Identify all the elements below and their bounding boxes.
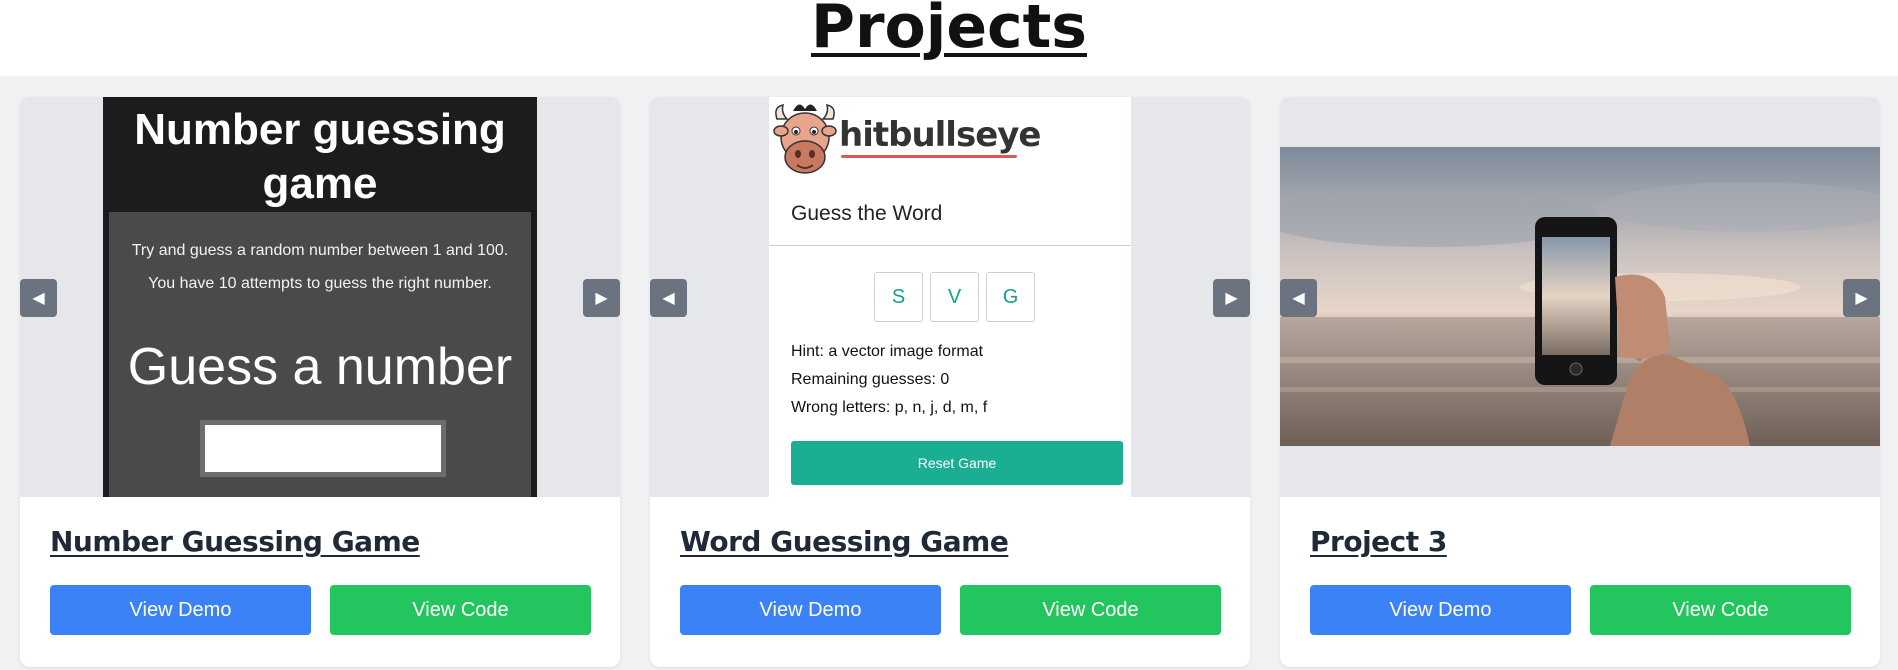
view-code-button[interactable]: View Code [960,585,1221,635]
preview-panel: Try and guess a random number between 1 … [109,212,531,497]
project-title-link[interactable]: Project 3 [1310,525,1447,558]
chevron-left-icon: ◀ [1292,290,1305,307]
preview-instructions: Try and guess a random number between 1 … [131,242,509,259]
project-title-link[interactable]: Number Guessing Game [50,525,420,558]
carousel-prev-button[interactable]: ◀ [20,279,57,317]
chevron-right-icon: ▶ [595,290,608,307]
card-body: Word Guessing Game View Demo View Code [650,497,1250,667]
divider [769,245,1131,246]
page-title: Projects [810,0,1087,62]
chevron-right-icon: ▶ [1855,290,1868,307]
phone-photo-image [1280,147,1880,446]
brand-name: hitbullseye [839,115,1041,155]
chevron-right-icon: ▶ [1225,290,1238,307]
project-screenshot: hitbullseye Guess the Word S V G Hint: a… [769,97,1131,497]
view-code-button[interactable]: View Code [1590,585,1851,635]
project-carousel: ◀ ▶ [1280,97,1880,497]
card-body: Number Guessing Game View Demo View Code [20,497,620,667]
preview-prompt: Guess a number [127,338,513,396]
view-demo-button[interactable]: View Demo [50,585,311,635]
preview-title: Number guessing game [134,105,506,208]
view-code-button[interactable]: View Code [330,585,591,635]
carousel-prev-button[interactable]: ◀ [650,279,687,317]
chevron-left-icon: ◀ [32,290,45,307]
project-card-word-guessing: hitbullseye Guess the Word S V G Hint: a… [650,97,1250,667]
bull-logo-icon [773,104,837,174]
wrong-letters-text: Wrong letters: p, n, j, d, m, f [791,399,988,416]
hint-text: Hint: a vector image format [791,343,984,360]
project-screenshot: Number guessing game Try and guess a ran… [103,97,537,497]
preview-reset-button: Reset Game [791,441,1123,485]
brand-underline [841,155,1017,158]
card-body: Project 3 View Demo View Code [1280,497,1880,667]
project-title-link[interactable]: Word Guessing Game [680,525,1009,558]
view-demo-button[interactable]: View Demo [680,585,941,635]
remaining-guesses-text: Remaining guesses: 0 [791,371,950,388]
carousel-prev-button[interactable]: ◀ [1280,279,1317,317]
letter-tile: V [930,272,979,322]
carousel-next-button[interactable]: ▶ [1213,279,1250,317]
project-card-project-3: ◀ ▶ Project 3 View Demo View Code [1280,97,1880,667]
page-header: Projects [0,0,1898,76]
carousel-next-button[interactable]: ▶ [583,279,620,317]
project-card-number-guessing: Number guessing game Try and guess a ran… [20,97,620,667]
view-demo-button[interactable]: View Demo [1310,585,1571,635]
preview-guess-input [200,420,446,477]
chevron-left-icon: ◀ [662,290,675,307]
preview-attempts: You have 10 attempts to guess the right … [148,275,492,292]
letter-tile: G [986,272,1035,322]
carousel-next-button[interactable]: ▶ [1843,279,1880,317]
project-carousel: hitbullseye Guess the Word S V G Hint: a… [650,97,1250,497]
preview-heading: Guess the Word [791,202,943,225]
letter-tile: S [874,272,923,322]
project-carousel: Number guessing game Try and guess a ran… [20,97,620,497]
